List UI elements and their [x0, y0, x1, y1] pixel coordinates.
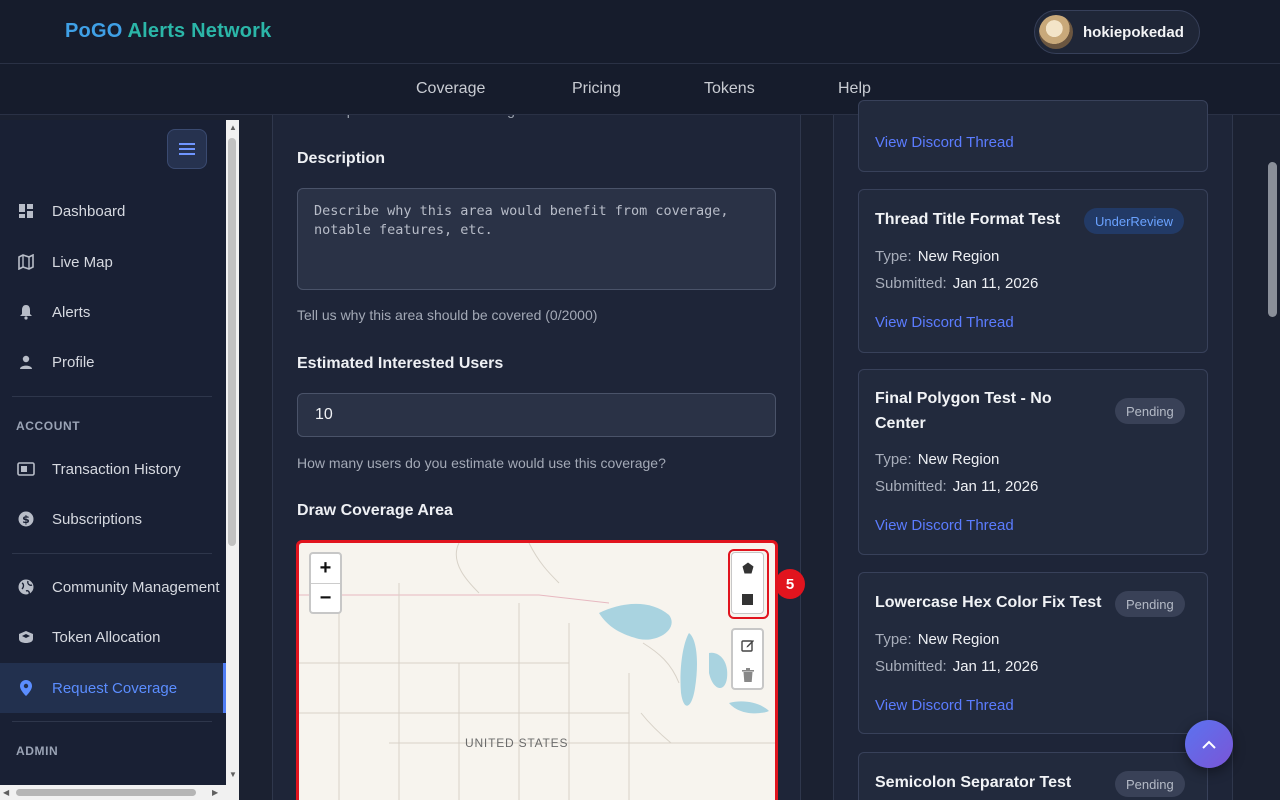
edit-toolbar	[731, 628, 764, 690]
sidebar-item-live-map[interactable]: Live Map	[0, 239, 226, 285]
map-tiles	[299, 543, 775, 800]
bell-icon	[17, 303, 35, 321]
receipt-icon	[17, 460, 35, 478]
sidebar-item-label: Community Management	[52, 578, 220, 596]
map-icon	[17, 253, 35, 271]
sidebar-divider	[12, 721, 212, 722]
sidebar-divider	[12, 553, 212, 554]
scroll-right-arrow-icon[interactable]: ▶	[212, 788, 218, 797]
zoom-out-button[interactable]: −	[311, 584, 340, 613]
brand-logo[interactable]: PoGO Alerts Network	[65, 20, 271, 43]
map-country-label: UNITED STATES	[465, 736, 569, 750]
request-card: View Discord Thread	[858, 100, 1208, 172]
sidebar-item-alerts[interactable]: Alerts	[0, 289, 226, 335]
description-label: Description	[297, 150, 386, 167]
estimated-users-input[interactable]: 10	[297, 393, 776, 437]
request-title: Final Polygon Test - No Center	[875, 390, 1052, 432]
sidebar-divider	[12, 396, 212, 397]
person-icon	[17, 353, 35, 371]
nav-coverage[interactable]: Coverage	[416, 80, 485, 98]
hamburger-icon	[179, 143, 195, 155]
user-name: hokiepokedad	[1083, 23, 1184, 41]
draw-toolbar-highlight	[728, 549, 769, 619]
globe-icon	[17, 578, 35, 596]
request-card: Lowercase Hex Color Fix Test Pending Typ…	[858, 572, 1208, 734]
svg-text:$: $	[22, 513, 30, 526]
status-badge: Pending	[1115, 591, 1185, 617]
request-card: Final Polygon Test - No Center Pending T…	[858, 369, 1208, 555]
page-scroll-thumb[interactable]	[1268, 162, 1277, 317]
delete-layers-button[interactable]	[733, 660, 762, 690]
edit-layers-button[interactable]	[733, 630, 762, 660]
scroll-to-top-button[interactable]	[1185, 720, 1233, 768]
sidebar-item-profile[interactable]: Profile	[0, 339, 226, 385]
sidebar-section-account: ACCOUNT	[16, 419, 81, 433]
sidebar-toggle-button[interactable]	[167, 129, 207, 169]
dashboard-icon	[17, 202, 35, 220]
request-submitted: Submitted: Jan 11, 2026	[875, 275, 1039, 292]
users-hint: How many users do you estimate would use…	[297, 455, 666, 471]
sidebar-item-label: Subscriptions	[52, 510, 143, 528]
sidebar: Dashboard Live Map Alerts Profile ACCOUN…	[0, 120, 226, 800]
sidebar-item-token-allocation[interactable]: Token Allocation	[0, 614, 226, 660]
sidebar-item-label: Dashboard	[52, 202, 126, 220]
request-card: Semicolon Separator Test Pending	[858, 752, 1208, 800]
trash-icon	[741, 668, 754, 682]
nav-pricing[interactable]: Pricing	[572, 80, 621, 98]
sidebar-item-subscriptions[interactable]: $ Subscriptions	[0, 496, 226, 542]
map-label: Draw Coverage Area	[297, 502, 453, 519]
request-title: Lowercase Hex Color Fix Test	[875, 594, 1102, 611]
nav-tokens[interactable]: Tokens	[704, 80, 755, 98]
sidebar-item-label: Live Map	[52, 253, 113, 271]
status-badge: UnderReview	[1084, 208, 1185, 234]
request-card: Thread Title Format Test UnderReview Typ…	[858, 189, 1208, 353]
request-title: Thread Title Format Test	[875, 211, 1061, 228]
sidebar-horizontal-scroll-thumb[interactable]	[16, 789, 196, 796]
request-type: Type: New Region	[875, 451, 1000, 468]
scroll-up-arrow-icon[interactable]: ▲	[229, 123, 237, 132]
description-hint: Tell us why this area should be covered …	[297, 307, 598, 323]
map-zoom-control: + −	[309, 552, 342, 614]
dollar-icon: $	[17, 510, 35, 528]
request-type: Type: New Region	[875, 631, 1000, 648]
discord-thread-link[interactable]: View Discord Thread	[875, 314, 1014, 331]
discord-thread-link[interactable]: View Discord Thread	[875, 134, 1014, 151]
shield-icon	[17, 628, 35, 646]
users-label: Estimated Interested Users	[297, 355, 504, 372]
avatar	[1039, 15, 1073, 49]
chevron-up-icon	[1202, 740, 1216, 749]
sidebar-item-request-coverage[interactable]: Request Coverage	[0, 663, 226, 713]
nav-help[interactable]: Help	[838, 80, 871, 98]
status-badge: Pending	[1115, 771, 1185, 797]
edit-icon	[740, 640, 754, 652]
request-type: Type: New Region	[875, 248, 1000, 265]
sidebar-section-admin: ADMIN	[16, 744, 59, 758]
sidebar-item-transaction-history[interactable]: Transaction History	[0, 446, 226, 492]
user-menu-button[interactable]: hokiepokedad	[1034, 10, 1200, 54]
sidebar-item-community-management[interactable]: Community Management	[0, 564, 226, 610]
sidebar-item-label: Token Allocation	[52, 628, 161, 646]
sidebar-item-dashboard[interactable]: Dashboard	[0, 188, 226, 234]
top-header: PoGO Alerts Network hokiepokedad	[0, 0, 1280, 64]
request-title: Semicolon Separator Test	[875, 774, 1072, 791]
sidebar-item-label: Profile	[52, 353, 95, 371]
scroll-down-arrow-icon[interactable]: ▼	[229, 770, 237, 779]
discord-thread-link[interactable]: View Discord Thread	[875, 697, 1014, 714]
request-submitted: Submitted: Jan 11, 2026	[875, 478, 1039, 495]
scroll-left-arrow-icon[interactable]: ◀	[3, 788, 9, 797]
sidebar-item-label: Transaction History	[52, 460, 181, 478]
sidebar-item-label: Request Coverage	[52, 679, 178, 697]
sidebar-vertical-scroll-thumb[interactable]	[228, 138, 236, 546]
discord-thread-link[interactable]: View Discord Thread	[875, 517, 1014, 534]
sidebar-item-label: Alerts	[52, 303, 91, 321]
annotation-badge: 5	[775, 569, 805, 599]
request-submitted: Submitted: Jan 11, 2026	[875, 658, 1039, 675]
zoom-in-button[interactable]: +	[311, 554, 340, 583]
location-pin-icon	[17, 679, 35, 697]
coverage-map[interactable]	[296, 540, 778, 800]
status-badge: Pending	[1115, 398, 1185, 424]
description-textarea[interactable]: Describe why this area would benefit fro…	[297, 188, 776, 290]
